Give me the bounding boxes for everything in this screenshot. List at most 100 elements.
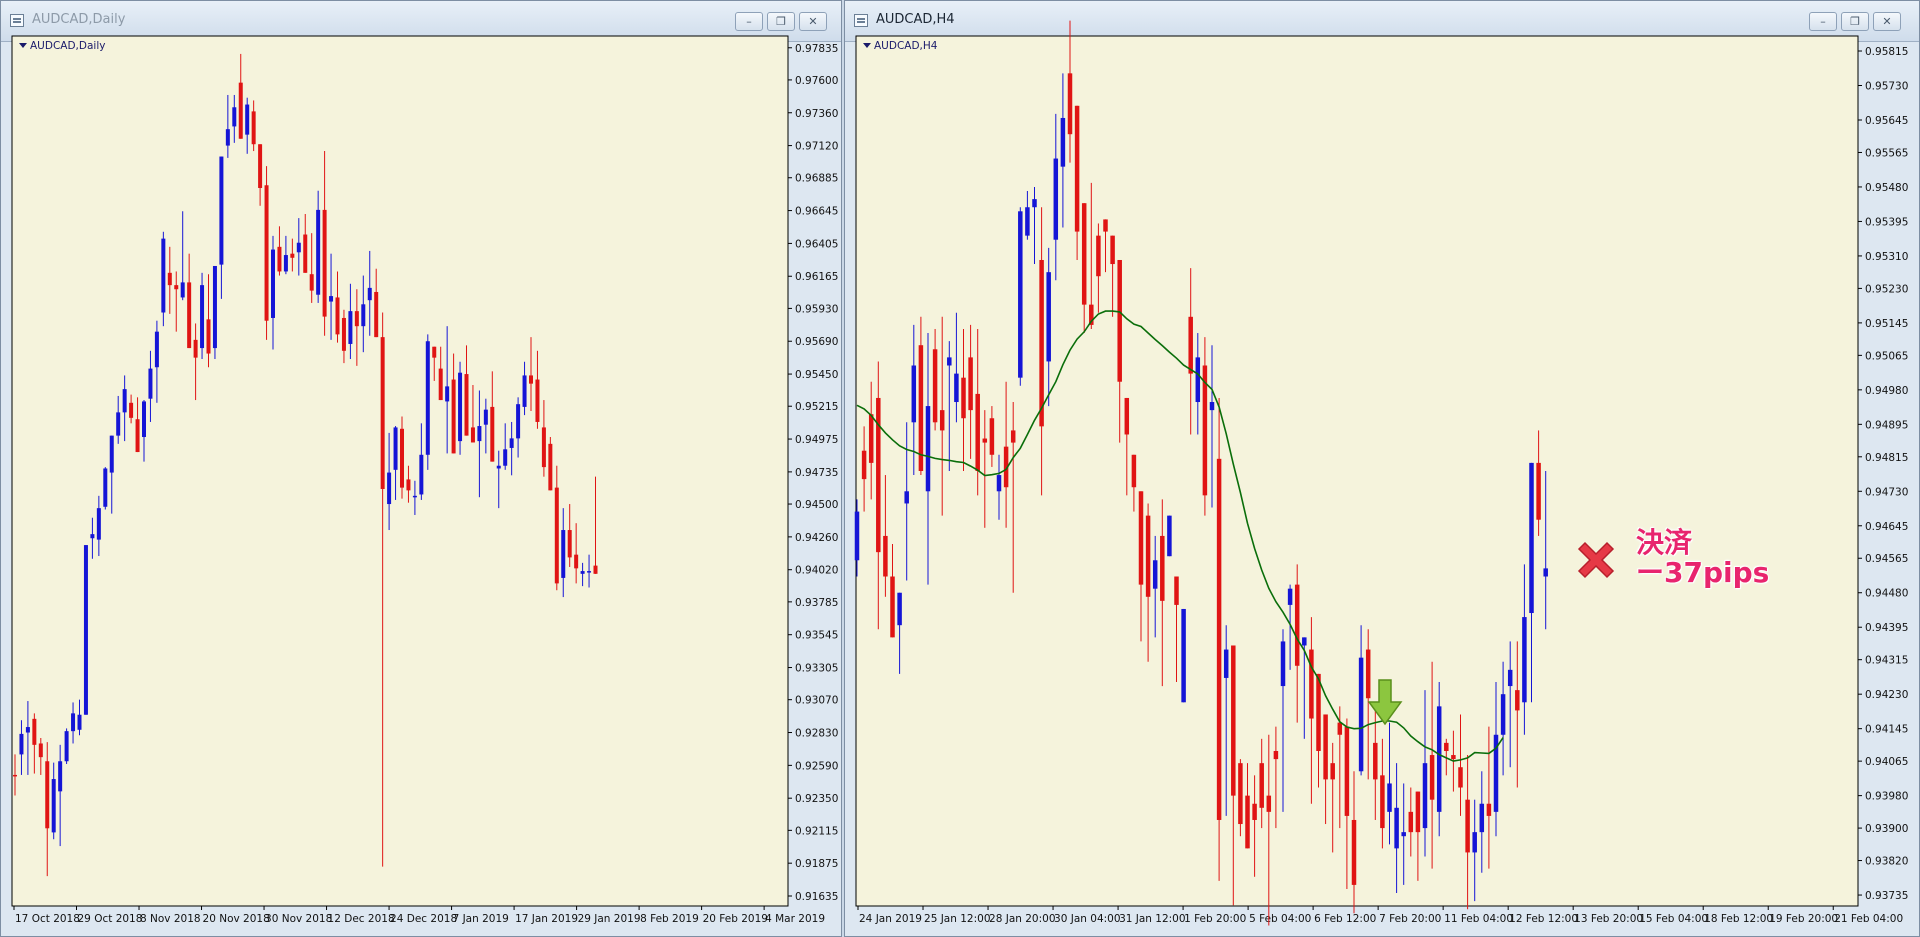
candle-body [854,511,860,561]
h4-chart[interactable]: 24 Jan 2019 25 Jan 12:0028 Jan 20:0030 Ja… [844,0,1920,937]
y-tick-label: 0.93305 [795,663,838,675]
y-tick-label: 0.95395 [1865,216,1908,228]
x-tick-label: 24 Dec 2018 [390,913,457,925]
candle-body [1294,584,1300,666]
x-tick-label: 17 Oct 2018 [15,913,80,925]
daily-chart[interactable]: 17 Oct 201829 Oct 20188 Nov 2018 20 Nov 2… [0,0,842,937]
candle-body [989,418,995,455]
candle-body [51,779,56,833]
candle-body [1138,491,1144,585]
x-tick-label: 21 Feb 04:00 [1834,913,1903,925]
candle-body [238,82,243,139]
candle-body [483,409,488,425]
candle-body [1096,235,1101,277]
y-tick-label: 0.95310 [1865,251,1908,263]
candle-body [1436,706,1442,812]
y-tick-label: 0.94500 [795,499,838,511]
y-tick-label: 0.94145 [1865,724,1908,736]
candle-body [1010,430,1016,443]
candle-body [1252,803,1257,820]
candle-body [1309,649,1314,719]
candle-body [1103,219,1108,232]
candle-body [1507,669,1513,687]
y-tick-label: 0.94020 [795,565,838,577]
y-tick-label: 0.95930 [795,303,838,315]
candle-body [1351,819,1357,885]
y-tick-label: 0.95730 [1865,81,1908,93]
candle-body [425,341,430,455]
y-tick-label: 0.91875 [795,858,838,870]
x-tick-label: 18 Feb 12:00 [1704,913,1773,925]
x-tick-label: 1 Feb 20:00 [1184,913,1246,925]
y-tick-label: 0.95565 [1865,147,1908,159]
y-tick-label: 0.93545 [795,630,838,642]
candle-body [277,246,282,272]
candle-body [367,287,372,301]
candle-body [1451,755,1456,760]
y-tick-label: 0.95645 [1865,115,1908,127]
x-tick-label: 8 Feb 2019 [640,913,699,925]
y-tick-label: 0.93070 [795,695,838,707]
candle-body [1408,811,1414,833]
candle-body [516,404,521,439]
candle-body [1238,763,1243,825]
candle-body [968,357,973,411]
candle-body [380,337,385,489]
y-tick-label: 0.93900 [1865,823,1908,835]
candle-body [19,733,24,755]
candle-body [1358,657,1364,772]
candle-body [1536,462,1541,520]
candle-body [1273,750,1279,760]
candle-body [1323,714,1328,780]
y-tick-label: 0.97120 [795,141,838,153]
x-tick-label: 12 Dec 2018 [328,913,395,925]
candle-body [1167,515,1172,557]
x-tick-label: 24 Jan 2019 [859,913,922,925]
candle-body [1181,608,1186,703]
y-tick-label: 0.92830 [795,728,838,740]
candle-body [529,375,533,384]
candle-body [490,406,495,462]
y-tick-label: 0.92350 [795,793,838,805]
candle-body [322,209,327,317]
candle-body [1515,690,1520,711]
candle-body [1131,454,1137,488]
candle-body [1365,649,1371,699]
candle-body [509,438,514,448]
candle-body [982,438,988,443]
x-tick-label: 30 Nov 2018 [265,913,332,925]
x-tick-label: 6 Feb 12:00 [1314,913,1376,925]
candle-body [1039,259,1044,427]
candle-body [1401,832,1406,837]
candle-body [961,377,966,419]
candle-body [911,365,917,423]
x-tick-label: 30 Jan 04:00 [1054,913,1120,925]
x-tick-label: 5 Feb 04:00 [1249,913,1311,925]
candle-body [103,468,108,507]
candle-body [1209,402,1215,411]
candle-body [135,419,140,453]
candle-body [13,774,17,777]
candle-body [180,282,185,298]
candle-body [1302,637,1307,646]
x-tick-label: 25 Jan 12:00 [924,913,990,925]
y-tick-label: 0.94260 [795,532,838,544]
candle-body [1472,832,1477,853]
y-tick-label: 0.96885 [795,173,838,185]
x-tick-label: 13 Feb 20:00 [1574,913,1643,925]
candle-body [129,402,134,418]
candle-body [142,401,146,438]
y-tick-label: 0.95145 [1865,318,1908,330]
candle-body [316,209,321,295]
candle-body [876,397,881,553]
x-tick-label: 17 Jan 2019 [515,913,578,925]
y-tick-label: 0.94645 [1865,521,1908,533]
candle-body [1479,803,1485,833]
candle-body [593,565,598,574]
candle-body [290,253,295,258]
y-tick-label: 0.93785 [795,597,838,609]
candle-body [1259,763,1264,808]
candle-body [1025,207,1030,236]
candle-body [1429,755,1435,800]
x-tick-label: 19 Feb 20:00 [1769,913,1838,925]
